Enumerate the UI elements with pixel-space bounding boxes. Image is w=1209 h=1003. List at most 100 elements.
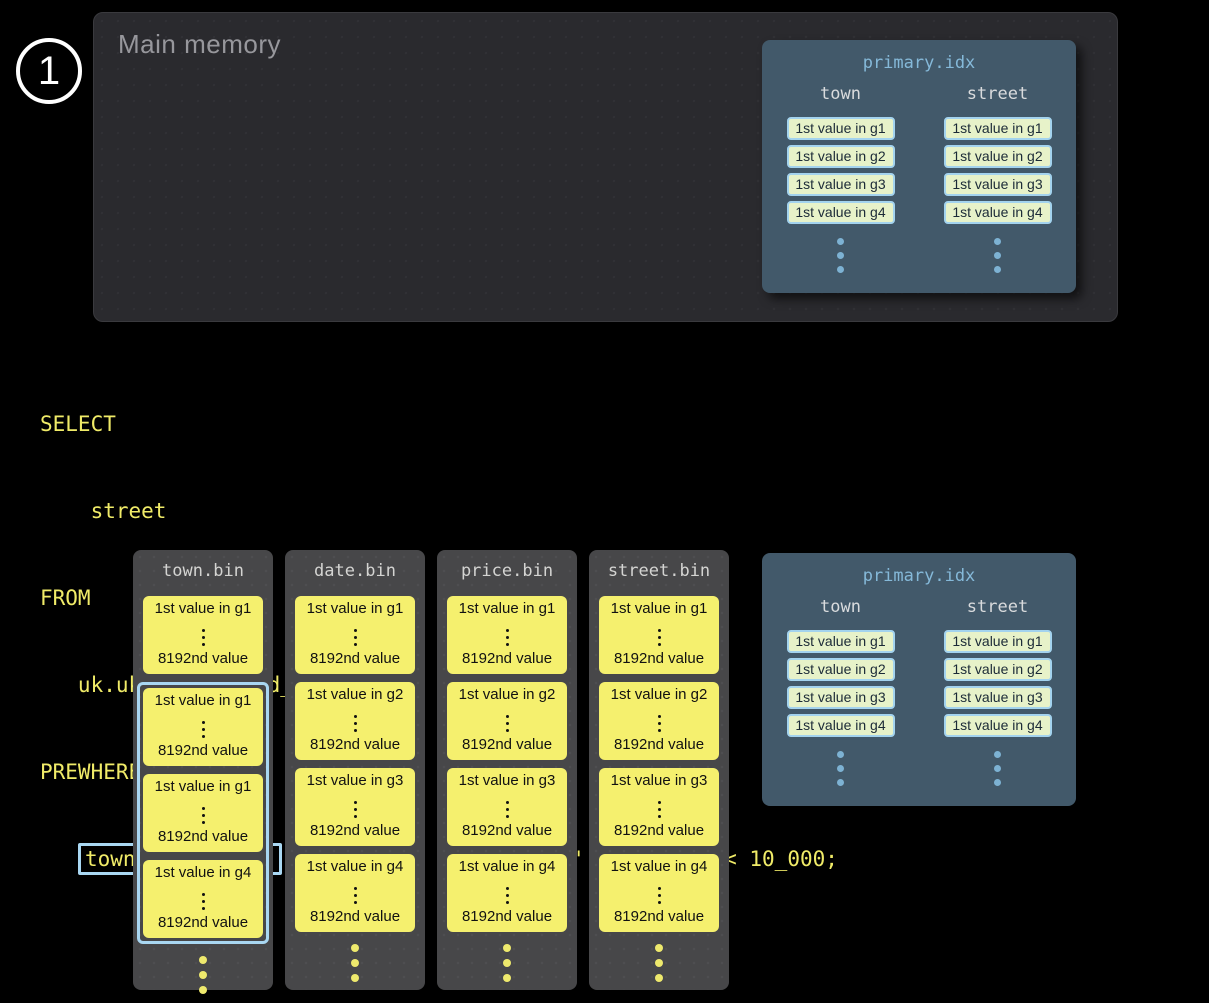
idx-entry: 1st value in g1 bbox=[944, 630, 1052, 653]
granule-first-value: 1st value in g2 bbox=[307, 686, 404, 703]
idx-column-street: street 1st value in g1 1st value in g2 1… bbox=[928, 597, 1068, 793]
idx-entry: 1st value in g1 bbox=[944, 117, 1052, 140]
granule-last-value: 8192nd value bbox=[462, 650, 552, 667]
primary-idx-columns: town 1st value in g1 1st value in g2 1st… bbox=[762, 84, 1076, 280]
ellipsis-dots-icon bbox=[658, 801, 661, 822]
granule-block: 1st value in g1 8192nd value bbox=[143, 688, 263, 766]
idx-entry: 1st value in g3 bbox=[787, 173, 895, 196]
idx-column-town: town 1st value in g1 1st value in g2 1st… bbox=[771, 84, 911, 280]
granule-block: 1st value in g1 8192nd value bbox=[143, 596, 263, 674]
granule-first-value: 1st value in g4 bbox=[155, 864, 252, 881]
granule-first-value: 1st value in g1 bbox=[155, 692, 252, 709]
ellipsis-dots-icon bbox=[133, 956, 273, 1001]
idx-column-header: town bbox=[820, 597, 861, 617]
granule-block: 1st value in g3 8192nd value bbox=[447, 768, 567, 846]
granule-last-value: 8192nd value bbox=[614, 822, 704, 839]
granule-first-value: 1st value in g4 bbox=[307, 858, 404, 875]
idx-entry: 1st value in g4 bbox=[787, 714, 895, 737]
granule-block: 1st value in g4 8192nd value bbox=[599, 854, 719, 932]
ellipsis-dots-icon bbox=[202, 807, 205, 828]
idx-entry: 1st value in g3 bbox=[944, 173, 1052, 196]
granule-last-value: 8192nd value bbox=[310, 822, 400, 839]
ellipsis-dots-icon bbox=[437, 944, 577, 989]
idx-entry: 1st value in g4 bbox=[787, 201, 895, 224]
granule-block: 1st value in g4 8192nd value bbox=[143, 860, 263, 938]
granule-first-value: 1st value in g1 bbox=[611, 600, 708, 617]
ellipsis-dots-icon bbox=[589, 944, 729, 989]
granule-first-value: 1st value in g4 bbox=[459, 858, 556, 875]
granule-last-value: 8192nd value bbox=[158, 828, 248, 845]
ellipsis-dots-icon bbox=[994, 751, 1001, 793]
bin-panel-price: price.bin 1st value in g1 8192nd value 1… bbox=[437, 550, 577, 990]
granule-block: 1st value in g1 8192nd value bbox=[447, 596, 567, 674]
ellipsis-dots-icon bbox=[658, 629, 661, 650]
ellipsis-dots-icon bbox=[354, 715, 357, 736]
idx-entry: 1st value in g3 bbox=[787, 686, 895, 709]
idx-entry: 1st value in g2 bbox=[944, 658, 1052, 681]
idx-entry: 1st value in g1 bbox=[787, 117, 895, 140]
ellipsis-dots-icon bbox=[837, 751, 844, 793]
ellipsis-dots-icon bbox=[837, 238, 844, 280]
ellipsis-dots-icon bbox=[285, 944, 425, 989]
idx-column-town: town 1st value in g1 1st value in g2 1st… bbox=[771, 597, 911, 793]
granule-first-value: 1st value in g2 bbox=[611, 686, 708, 703]
sql-line: SELECT bbox=[40, 410, 838, 439]
granule-block: 1st value in g4 8192nd value bbox=[447, 854, 567, 932]
granule-first-value: 1st value in g3 bbox=[459, 772, 556, 789]
primary-idx-title: primary.idx bbox=[762, 40, 1076, 73]
ellipsis-dots-icon bbox=[354, 629, 357, 650]
ellipsis-dots-icon bbox=[506, 887, 509, 908]
ellipsis-dots-icon bbox=[506, 715, 509, 736]
ellipsis-dots-icon bbox=[202, 893, 205, 914]
idx-entry: 1st value in g3 bbox=[944, 686, 1052, 709]
idx-column-header: town bbox=[820, 84, 861, 104]
ellipsis-dots-icon bbox=[658, 715, 661, 736]
granule-last-value: 8192nd value bbox=[614, 908, 704, 925]
granule-last-value: 8192nd value bbox=[462, 908, 552, 925]
granule-first-value: 1st value in g1 bbox=[459, 600, 556, 617]
granule-last-value: 8192nd value bbox=[614, 650, 704, 667]
primary-idx-panel-memory: primary.idx town 1st value in g1 1st val… bbox=[762, 40, 1076, 293]
idx-entry: 1st value in g2 bbox=[787, 658, 895, 681]
granule-last-value: 8192nd value bbox=[310, 736, 400, 753]
granule-last-value: 8192nd value bbox=[310, 650, 400, 667]
granule-last-value: 8192nd value bbox=[614, 736, 704, 753]
granule-block: 1st value in g2 8192nd value bbox=[295, 682, 415, 760]
granule-last-value: 8192nd value bbox=[310, 908, 400, 925]
idx-entry: 1st value in g2 bbox=[944, 145, 1052, 168]
ellipsis-dots-icon bbox=[506, 629, 509, 650]
granule-first-value: 1st value in g3 bbox=[307, 772, 404, 789]
ellipsis-dots-icon bbox=[202, 721, 205, 742]
primary-idx-columns: town 1st value in g1 1st value in g2 1st… bbox=[762, 597, 1076, 793]
granule-first-value: 1st value in g3 bbox=[611, 772, 708, 789]
ellipsis-dots-icon bbox=[658, 887, 661, 908]
granule-block: 1st value in g1 8192nd value bbox=[599, 596, 719, 674]
granule-last-value: 8192nd value bbox=[462, 822, 552, 839]
bin-title: date.bin bbox=[285, 550, 425, 581]
bin-panel-date: date.bin 1st value in g1 8192nd value 1s… bbox=[285, 550, 425, 990]
step-number-badge: 1 bbox=[16, 38, 82, 104]
bin-title: street.bin bbox=[589, 550, 729, 581]
idx-column-header: street bbox=[967, 84, 1028, 104]
bin-title: town.bin bbox=[133, 550, 273, 581]
granule-block: 1st value in g3 8192nd value bbox=[599, 768, 719, 846]
granule-block: 1st value in g2 8192nd value bbox=[447, 682, 567, 760]
idx-entry: 1st value in g4 bbox=[944, 201, 1052, 224]
primary-idx-title: primary.idx bbox=[762, 553, 1076, 586]
granule-first-value: 1st value in g1 bbox=[155, 600, 252, 617]
granule-block: 1st value in g1 8192nd value bbox=[295, 596, 415, 674]
idx-column-header: street bbox=[967, 597, 1028, 617]
granule-last-value: 8192nd value bbox=[158, 742, 248, 759]
granule-block: 1st value in g4 8192nd value bbox=[295, 854, 415, 932]
granule-block: 1st value in g3 8192nd value bbox=[295, 768, 415, 846]
ellipsis-dots-icon bbox=[354, 801, 357, 822]
bin-panel-town: town.bin 1st value in g1 8192nd value 1s… bbox=[133, 550, 273, 990]
idx-entry: 1st value in g1 bbox=[787, 630, 895, 653]
granule-block: 1st value in g1 8192nd value bbox=[143, 774, 263, 852]
idx-entry: 1st value in g2 bbox=[787, 145, 895, 168]
granule-last-value: 8192nd value bbox=[158, 914, 248, 931]
idx-entry: 1st value in g4 bbox=[944, 714, 1052, 737]
ellipsis-dots-icon bbox=[506, 801, 509, 822]
granule-first-value: 1st value in g1 bbox=[307, 600, 404, 617]
bin-panel-street: street.bin 1st value in g1 8192nd value … bbox=[589, 550, 729, 990]
